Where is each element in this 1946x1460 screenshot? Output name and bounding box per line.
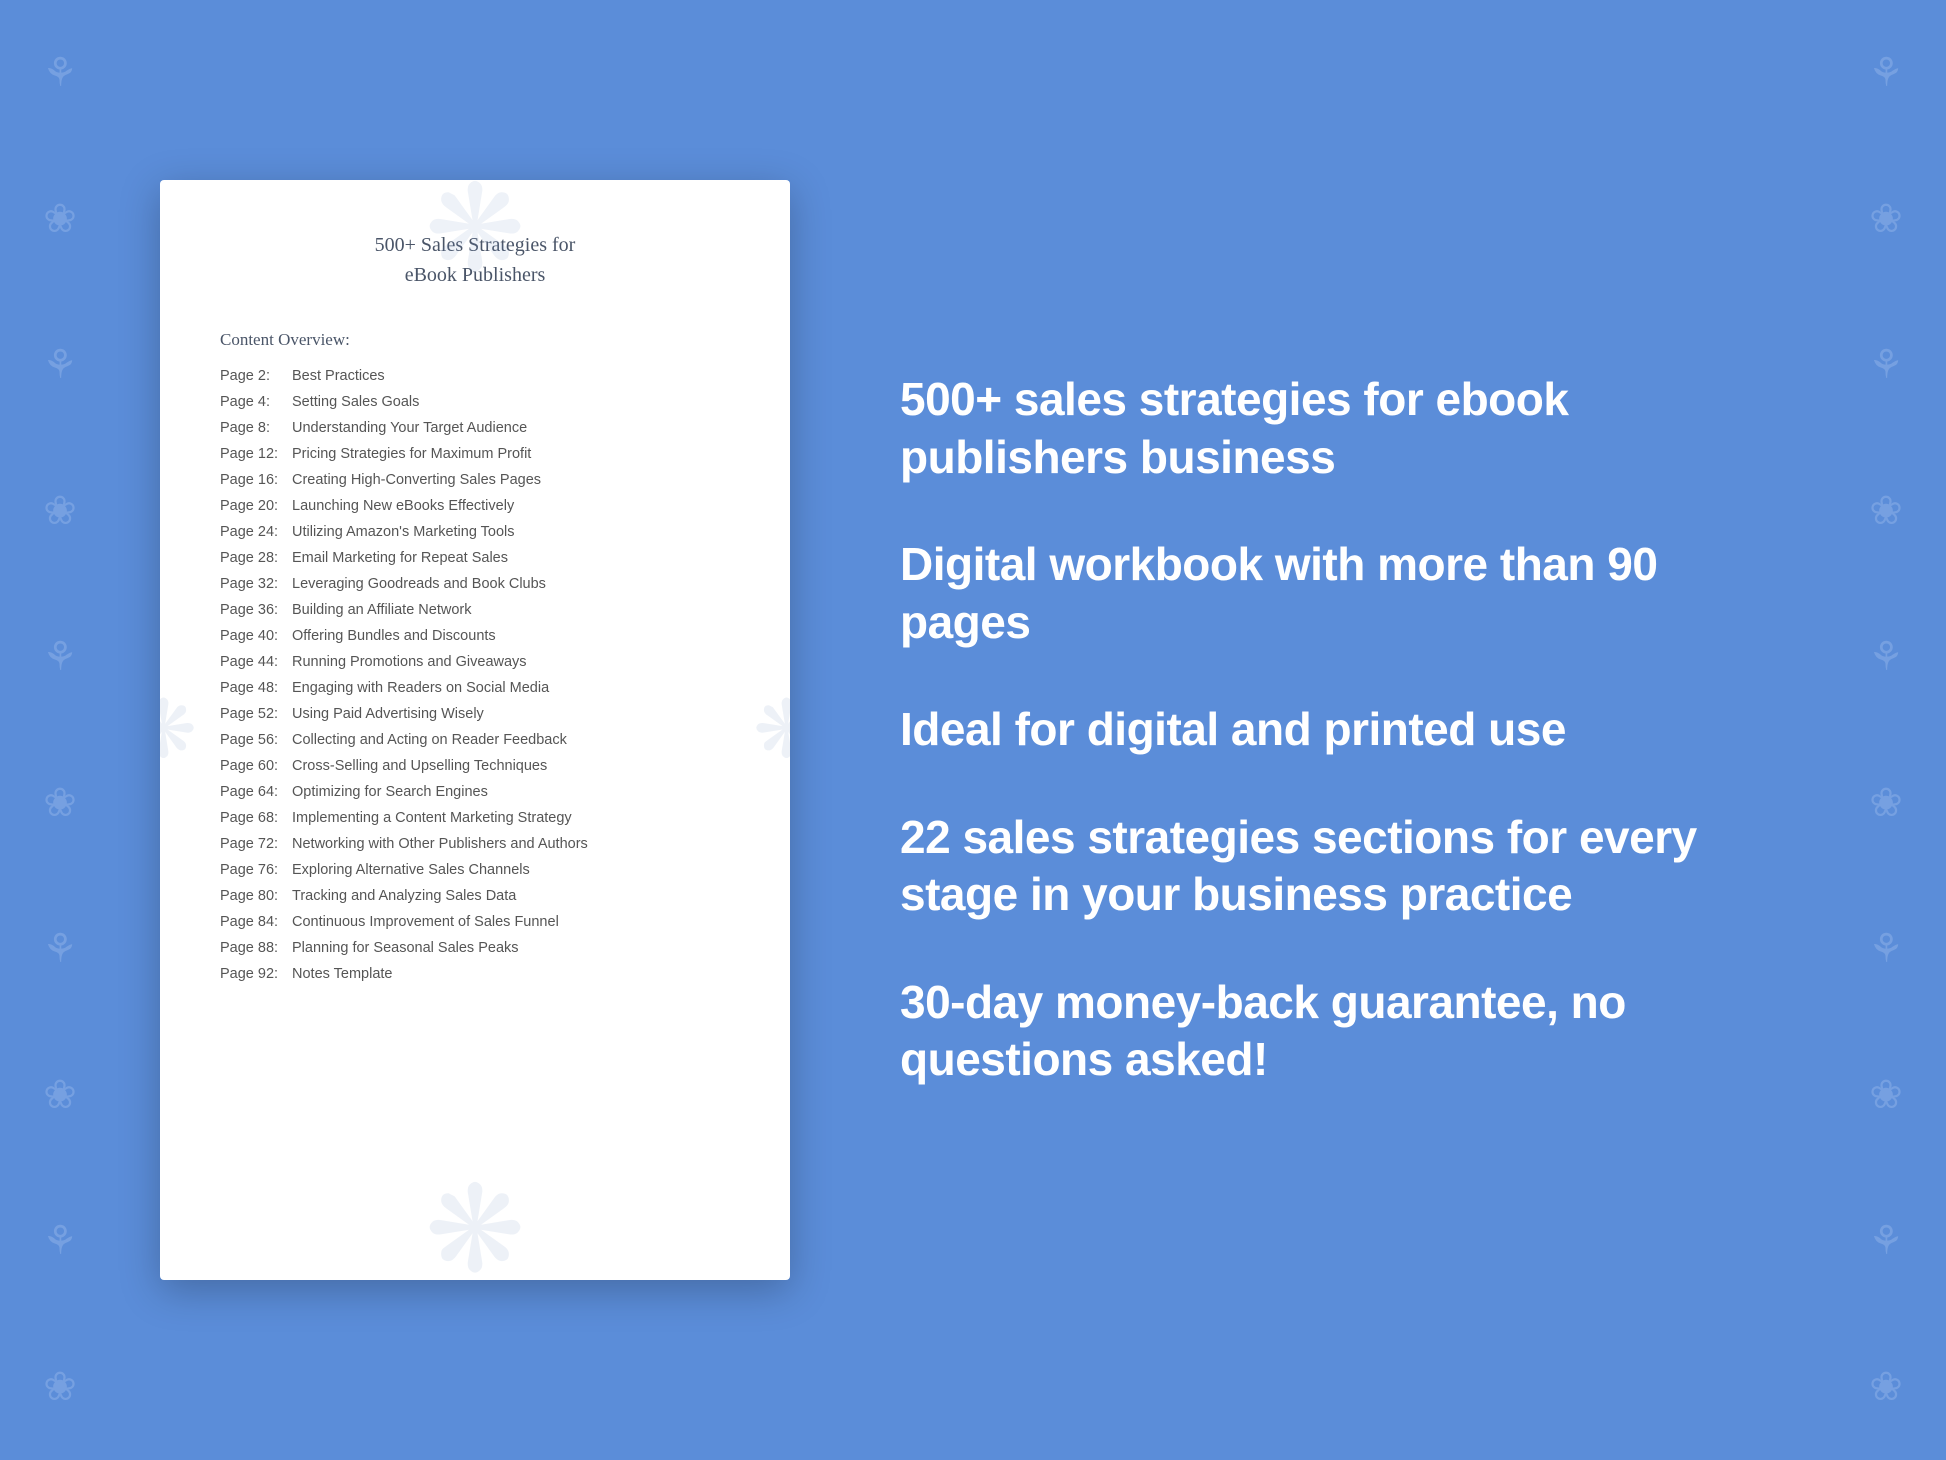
feature-text: Digital workbook with more than 90 pages — [900, 536, 1786, 651]
toc-chapter-title: Collecting and Acting on Reader Feedback — [292, 732, 567, 748]
toc-chapter-title: Planning for Seasonal Sales Peaks — [292, 940, 519, 956]
toc-page-number: Page 32: — [220, 576, 292, 592]
feature-text: Ideal for digital and printed use — [900, 701, 1786, 759]
toc-page-number: Page 72: — [220, 836, 292, 852]
toc-chapter-title: Email Marketing for Repeat Sales — [292, 550, 508, 566]
table-of-contents-item: Page 48:Engaging with Readers on Social … — [220, 680, 730, 696]
table-of-contents: Page 2:Best PracticesPage 4:Setting Sale… — [220, 368, 730, 982]
toc-page-number: Page 8: — [220, 420, 292, 436]
table-of-contents-item: Page 76:Exploring Alternative Sales Chan… — [220, 862, 730, 878]
toc-page-number: Page 12: — [220, 446, 292, 462]
table-of-contents-item: Page 28:Email Marketing for Repeat Sales — [220, 550, 730, 566]
toc-chapter-title: Tracking and Analyzing Sales Data — [292, 888, 516, 904]
doc-pattern-right: ❋ — [753, 683, 790, 777]
toc-chapter-title: Setting Sales Goals — [292, 394, 419, 410]
table-of-contents-item: Page 84:Continuous Improvement of Sales … — [220, 914, 730, 930]
table-of-contents-item: Page 80:Tracking and Analyzing Sales Dat… — [220, 888, 730, 904]
toc-chapter-title: Using Paid Advertising Wisely — [292, 706, 484, 722]
toc-page-number: Page 28: — [220, 550, 292, 566]
feature-text: 22 sales strategies sections for every s… — [900, 809, 1786, 924]
toc-page-number: Page 68: — [220, 810, 292, 826]
toc-chapter-title: Pricing Strategies for Maximum Profit — [292, 446, 531, 462]
toc-chapter-title: Utilizing Amazon's Marketing Tools — [292, 524, 515, 540]
toc-page-number: Page 24: — [220, 524, 292, 540]
table-of-contents-item: Page 4:Setting Sales Goals — [220, 394, 730, 410]
table-of-contents-item: Page 32:Leveraging Goodreads and Book Cl… — [220, 576, 730, 592]
toc-page-number: Page 60: — [220, 758, 292, 774]
table-of-contents-item: Page 56:Collecting and Acting on Reader … — [220, 732, 730, 748]
toc-chapter-title: Networking with Other Publishers and Aut… — [292, 836, 588, 852]
right-panel: 500+ sales strategies for ebook publishe… — [870, 371, 1786, 1089]
table-of-contents-item: Page 36:Building an Affiliate Network — [220, 602, 730, 618]
feature-text: 500+ sales strategies for ebook publishe… — [900, 371, 1786, 486]
toc-page-number: Page 16: — [220, 472, 292, 488]
toc-page-number: Page 48: — [220, 680, 292, 696]
table-of-contents-item: Page 64:Optimizing for Search Engines — [220, 784, 730, 800]
toc-chapter-title: Engaging with Readers on Social Media — [292, 680, 549, 696]
toc-page-number: Page 36: — [220, 602, 292, 618]
content-overview-label: Content Overview: — [220, 330, 730, 350]
toc-page-number: Page 92: — [220, 966, 292, 982]
table-of-contents-item: Page 88:Planning for Seasonal Sales Peak… — [220, 940, 730, 956]
toc-chapter-title: Best Practices — [292, 368, 385, 384]
toc-chapter-title: Creating High-Converting Sales Pages — [292, 472, 541, 488]
table-of-contents-item: Page 92:Notes Template — [220, 966, 730, 982]
toc-chapter-title: Understanding Your Target Audience — [292, 420, 527, 436]
table-of-contents-item: Page 60:Cross-Selling and Upselling Tech… — [220, 758, 730, 774]
toc-chapter-title: Offering Bundles and Discounts — [292, 628, 496, 644]
table-of-contents-item: Page 72:Networking with Other Publishers… — [220, 836, 730, 852]
table-of-contents-item: Page 24:Utilizing Amazon's Marketing Too… — [220, 524, 730, 540]
table-of-contents-item: Page 40:Offering Bundles and Discounts — [220, 628, 730, 644]
toc-chapter-title: Launching New eBooks Effectively — [292, 498, 514, 514]
toc-page-number: Page 64: — [220, 784, 292, 800]
toc-page-number: Page 2: — [220, 368, 292, 384]
table-of-contents-item: Page 52:Using Paid Advertising Wisely — [220, 706, 730, 722]
toc-page-number: Page 20: — [220, 498, 292, 514]
table-of-contents-item: Page 16:Creating High-Converting Sales P… — [220, 472, 730, 488]
toc-chapter-title: Continuous Improvement of Sales Funnel — [292, 914, 559, 930]
table-of-contents-item: Page 44:Running Promotions and Giveaways — [220, 654, 730, 670]
document-preview: ❋ ❋ ❋ ❋ 500+ Sales Strategies for eBook … — [160, 180, 790, 1280]
toc-page-number: Page 76: — [220, 862, 292, 878]
feature-text: 30-day money-back guarantee, no question… — [900, 974, 1786, 1089]
toc-chapter-title: Optimizing for Search Engines — [292, 784, 488, 800]
main-layout: ❋ ❋ ❋ ❋ 500+ Sales Strategies for eBook … — [0, 0, 1946, 1460]
toc-chapter-title: Leveraging Goodreads and Book Clubs — [292, 576, 546, 592]
toc-chapter-title: Implementing a Content Marketing Strateg… — [292, 810, 572, 826]
toc-chapter-title: Notes Template — [292, 966, 392, 982]
toc-page-number: Page 80: — [220, 888, 292, 904]
toc-chapter-title: Cross-Selling and Upselling Techniques — [292, 758, 547, 774]
doc-pattern-bottom: ❋ — [425, 1161, 526, 1280]
doc-pattern-left: ❋ — [160, 683, 197, 777]
table-of-contents-item: Page 8:Understanding Your Target Audienc… — [220, 420, 730, 436]
toc-chapter-title: Running Promotions and Giveaways — [292, 654, 527, 670]
toc-page-number: Page 40: — [220, 628, 292, 644]
toc-page-number: Page 4: — [220, 394, 292, 410]
doc-pattern-top: ❋ — [425, 180, 526, 299]
toc-page-number: Page 84: — [220, 914, 292, 930]
table-of-contents-item: Page 68:Implementing a Content Marketing… — [220, 810, 730, 826]
table-of-contents-item: Page 20:Launching New eBooks Effectively — [220, 498, 730, 514]
table-of-contents-item: Page 2:Best Practices — [220, 368, 730, 384]
table-of-contents-item: Page 12:Pricing Strategies for Maximum P… — [220, 446, 730, 462]
toc-chapter-title: Building an Affiliate Network — [292, 602, 471, 618]
toc-page-number: Page 88: — [220, 940, 292, 956]
toc-chapter-title: Exploring Alternative Sales Channels — [292, 862, 530, 878]
toc-page-number: Page 52: — [220, 706, 292, 722]
toc-page-number: Page 56: — [220, 732, 292, 748]
toc-page-number: Page 44: — [220, 654, 292, 670]
